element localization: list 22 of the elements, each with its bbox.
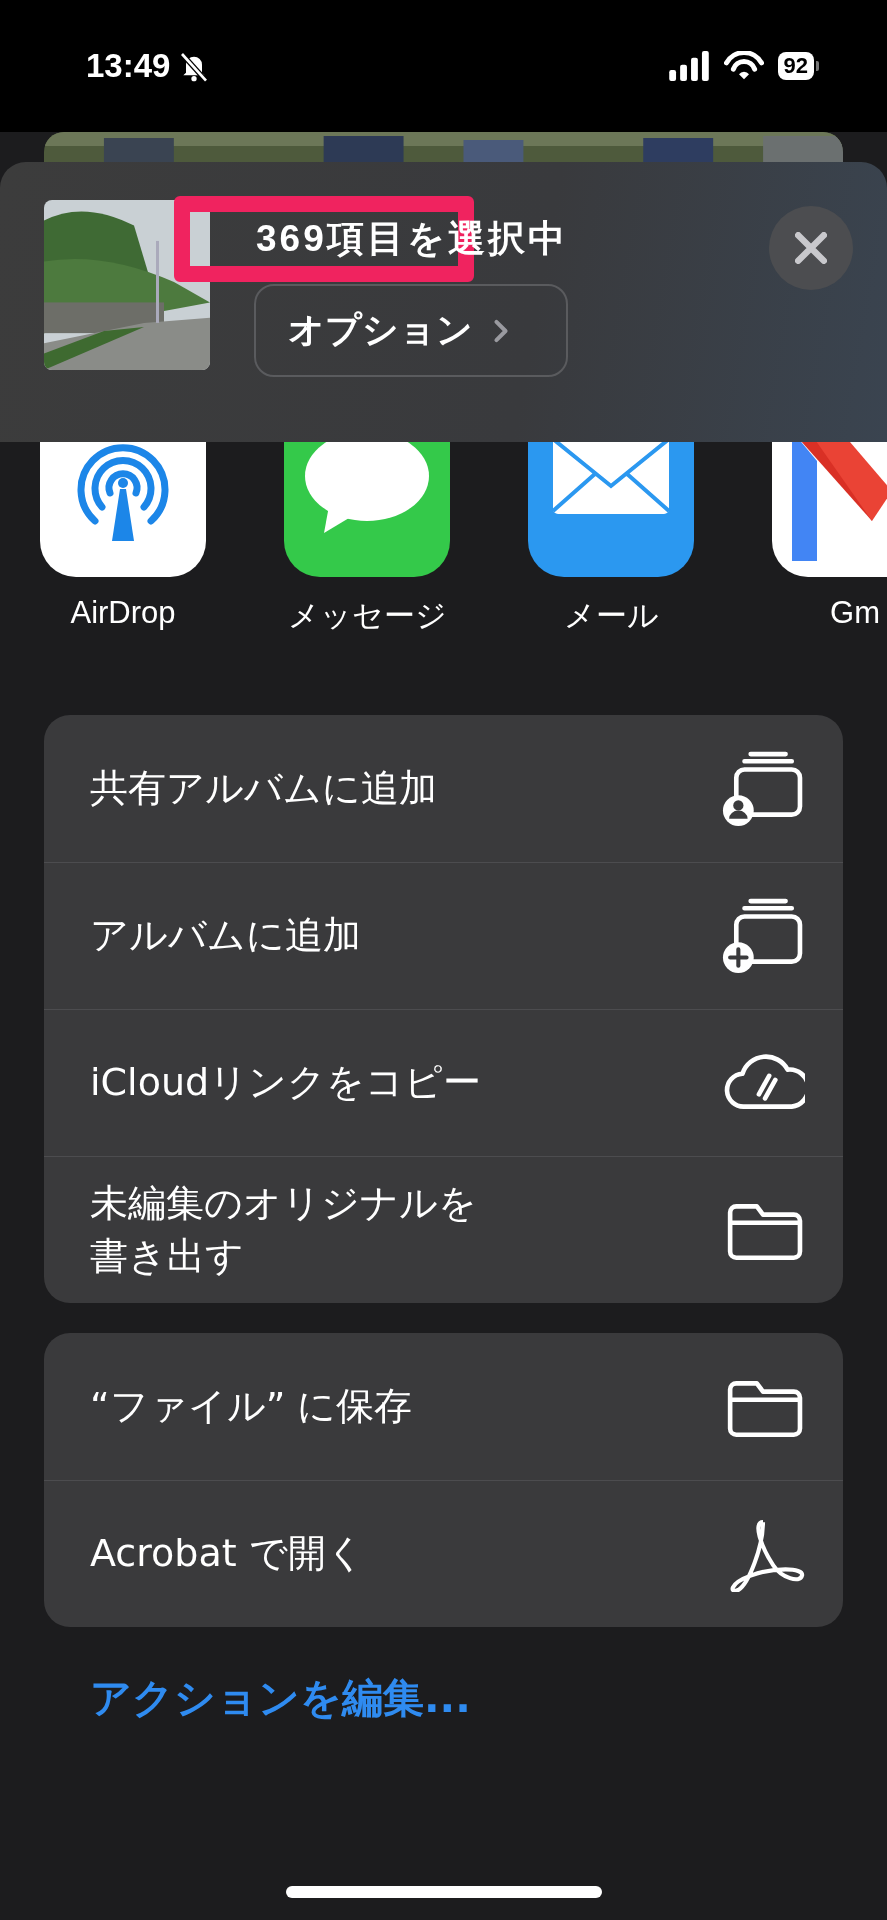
options-button[interactable]: オプション: [254, 284, 568, 377]
edit-actions-link[interactable]: アクションを編集...: [90, 1671, 471, 1726]
action-row[interactable]: iCloudリンクをコピー: [44, 1009, 843, 1156]
speech-bubble-icon[interactable]: [284, 442, 450, 577]
action-row[interactable]: アルバムに追加: [44, 862, 843, 1009]
action-row[interactable]: 共有アルバムに追加: [44, 715, 843, 862]
action-row[interactable]: Acrobat で開く: [44, 1480, 843, 1627]
wifi-icon: [723, 51, 764, 81]
app-label: Gm: [830, 595, 880, 631]
close-icon: [795, 232, 827, 264]
clock-time: 13:49: [86, 47, 171, 85]
app-label: AirDrop: [70, 595, 176, 631]
chevron-icon: [493, 318, 509, 343]
album-plus-icon: [721, 898, 805, 974]
battery-level: 92: [777, 52, 814, 80]
action-row[interactable]: 未編集のオリジナルを書き出す: [44, 1156, 843, 1303]
album-person-icon: [721, 750, 805, 827]
airdrop-icon[interactable]: [40, 442, 206, 577]
app-label: メッセージ: [287, 597, 447, 635]
app-label: メール: [563, 597, 659, 635]
action-row[interactable]: “ファイル” に保存: [44, 1333, 843, 1480]
signal-icon: [667, 51, 710, 81]
